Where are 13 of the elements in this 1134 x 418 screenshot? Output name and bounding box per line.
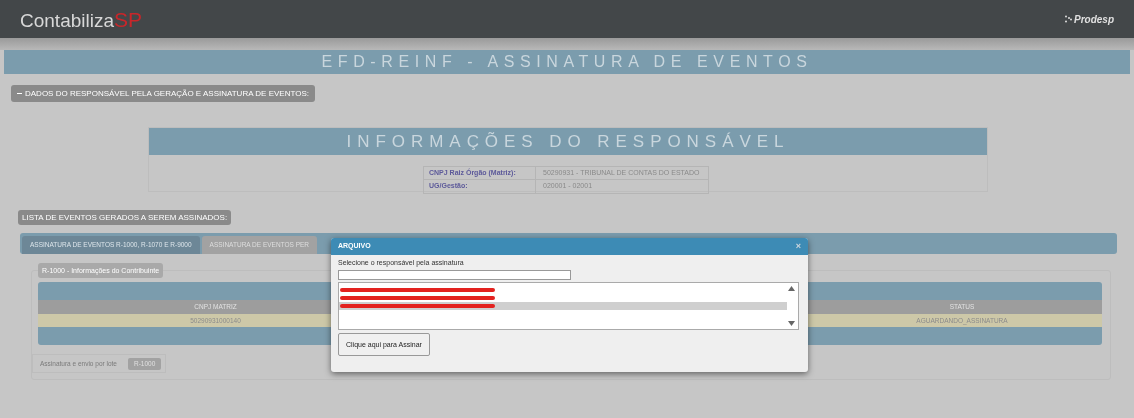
info-title: INFORMAÇÕES DO RESPONSÁVEL (346, 130, 790, 153)
partner-logo: Prodesp (1074, 12, 1114, 27)
page-title: EFD-REINF - ASSINATURA DE EVENTOS (321, 52, 813, 72)
signer-list[interactable] (338, 281, 799, 330)
dots-icon (1065, 15, 1072, 23)
scroll-down-icon[interactable] (788, 320, 795, 326)
close-button[interactable]: × (795, 242, 801, 251)
filter-field[interactable] (338, 269, 571, 280)
section-toggle[interactable]: DADOS DO RESPONSÁVEL PELA GERAÇÃO E ASSINATURA DE EVENTOS: (11, 85, 315, 102)
scroll-up-icon[interactable] (788, 285, 795, 291)
logo: ContabilizaSP (20, 8, 142, 30)
section-legend: LISTA DE EVENTOS GERADOS A SEREM ASSINADOS: (18, 210, 232, 225)
list-item[interactable] (339, 301, 787, 310)
